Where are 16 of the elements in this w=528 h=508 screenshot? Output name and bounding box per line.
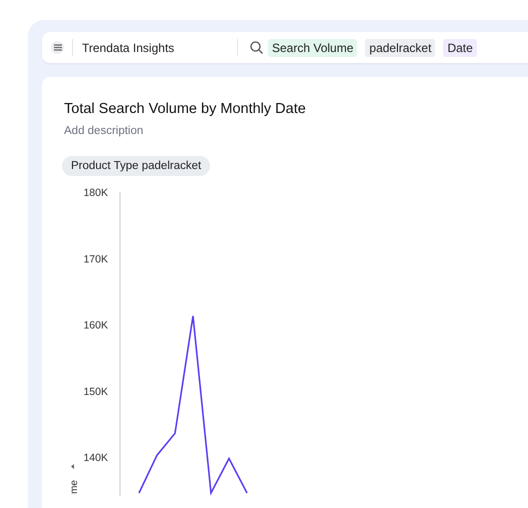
app-title: Trendata Insights [82, 40, 176, 54]
search-token[interactable]: padelracket [365, 38, 436, 56]
search-token[interactable]: Date [443, 38, 477, 56]
chart-title: Total Search Volume by Monthly Date [63, 101, 307, 117]
y-tick-label: 180K [83, 187, 108, 199]
y-tick-label: 170K [83, 253, 108, 266]
caret-icon[interactable] [71, 464, 74, 469]
y-tick-label: 160K [83, 320, 108, 332]
search-icon[interactable] [250, 41, 263, 54]
menu-icon[interactable] [51, 41, 64, 54]
y-axis-label: me [69, 480, 80, 494]
description-placeholder[interactable]: Add description [42, 125, 528, 137]
filter-chip[interactable]: Product Type padelracket [62, 156, 210, 176]
y-tick-label: 140K [83, 452, 108, 464]
y-tick-label: 150K [83, 386, 108, 398]
search-token[interactable]: Search Volume [268, 38, 358, 56]
